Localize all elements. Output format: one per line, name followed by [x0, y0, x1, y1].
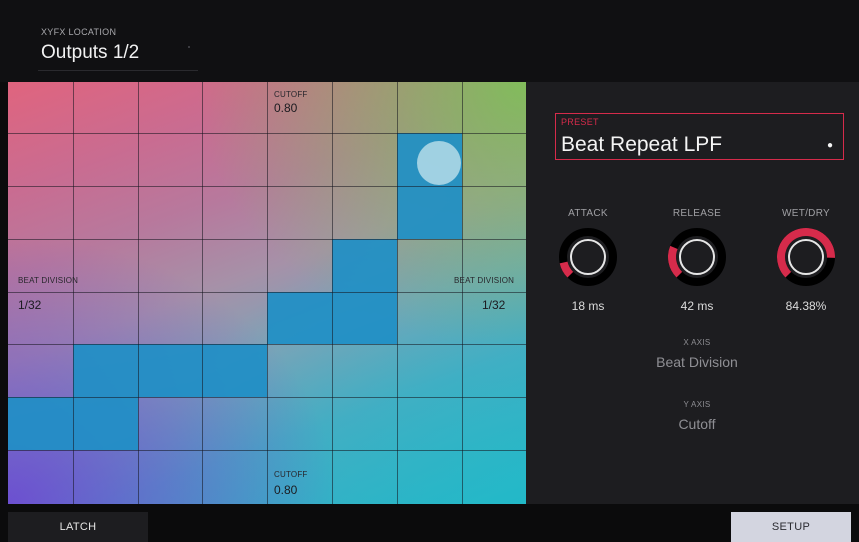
grid-line	[73, 82, 74, 504]
dropdown-dot-icon: ●	[826, 140, 833, 151]
grid-line	[8, 292, 526, 293]
grid-line	[8, 186, 526, 187]
grid-line	[8, 344, 526, 345]
trail-cell	[332, 239, 397, 292]
dropdown-caret-icon	[188, 46, 190, 48]
grid-line	[202, 82, 203, 504]
release-value: 42 ms	[680, 299, 714, 313]
x-axis-label: X AXIS	[683, 338, 711, 347]
grid-line	[8, 133, 526, 134]
xyfx-location-select[interactable]: Outputs 1/2	[41, 42, 139, 64]
footer-bar: LATCH SETUP	[0, 504, 859, 542]
latch-button[interactable]: LATCH	[8, 512, 148, 542]
grid-line	[8, 239, 526, 240]
top-param-label: CUTOFF	[274, 90, 308, 99]
grid-line	[397, 82, 398, 504]
grid-line	[462, 82, 463, 504]
location-underline	[38, 70, 198, 71]
attack-knob[interactable]	[558, 227, 618, 287]
xy-pad[interactable]: CUTOFF 0.80 BEAT DIVISION 1/32 BEAT DIVI…	[8, 82, 526, 504]
attack-label: ATTACK	[568, 208, 608, 219]
trail-cell	[73, 344, 267, 397]
left-param-value: 1/32	[18, 298, 42, 312]
preset-label: PRESET	[561, 117, 599, 127]
grid-line	[267, 82, 268, 504]
touch-point-handle[interactable]	[417, 141, 461, 185]
attack-value: 18 ms	[571, 299, 605, 313]
top-param-value: 0.80	[274, 101, 298, 115]
left-param-label: BEAT DIVISION	[18, 276, 79, 285]
xyfx-location-label: XYFX LOCATION	[41, 27, 117, 37]
wet-dry-knob[interactable]	[776, 227, 836, 287]
bottom-param-value: 0.80	[274, 483, 298, 497]
y-axis-value: Cutoff	[678, 416, 716, 432]
wet-dry-label: WET/DRY	[781, 208, 831, 219]
grid-line	[8, 397, 526, 398]
fx-settings-panel: PRESET Beat Repeat LPF ● ATTACK RELEASE …	[526, 82, 859, 504]
bottom-param-label: CUTOFF	[274, 470, 308, 479]
x-axis-value: Beat Division	[656, 354, 738, 370]
grid-line	[8, 450, 526, 451]
right-param-label: BEAT DIVISION	[454, 276, 515, 285]
release-label: RELEASE	[672, 208, 722, 219]
wet-dry-value: 84.38%	[785, 299, 827, 313]
header: XYFX LOCATION Outputs 1/2	[0, 0, 859, 82]
grid-line	[332, 82, 333, 504]
release-knob[interactable]	[667, 227, 727, 287]
setup-button[interactable]: SETUP	[731, 512, 851, 542]
preset-select[interactable]: PRESET Beat Repeat LPF ●	[555, 113, 844, 160]
preset-value: Beat Repeat LPF	[561, 133, 723, 156]
right-param-value: 1/32	[482, 298, 506, 312]
trail-cell	[397, 186, 462, 239]
y-axis-label: Y AXIS	[683, 400, 711, 409]
grid-line	[138, 82, 139, 504]
